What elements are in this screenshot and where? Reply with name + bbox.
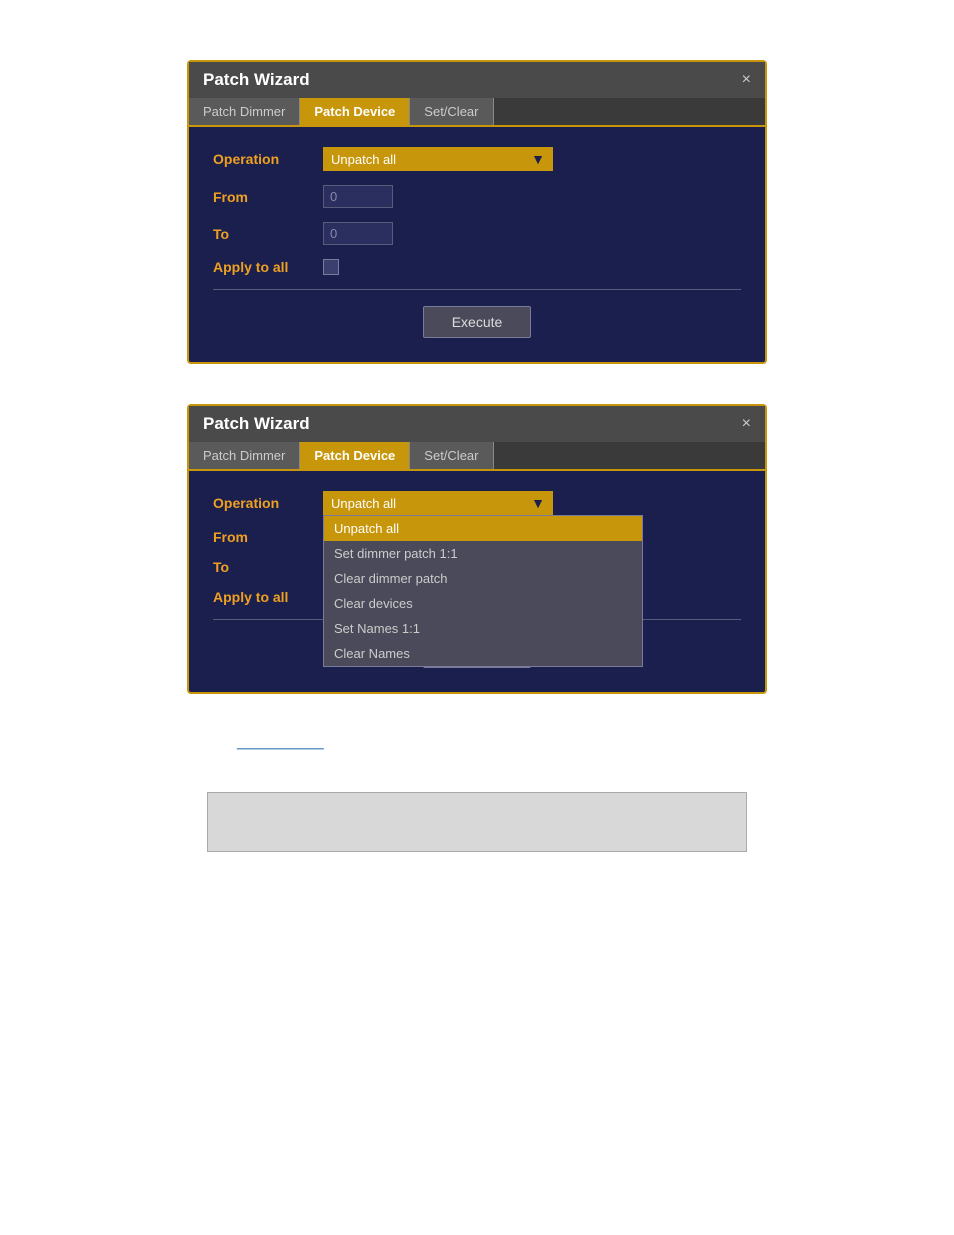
operation-value-1: Unpatch all (331, 152, 396, 167)
dialog-1-title: Patch Wizard (203, 70, 310, 90)
apply-to-all-label-1: Apply to all (213, 259, 323, 275)
dialog-2-titlebar: Patch Wizard × (189, 406, 765, 442)
note-box (207, 792, 747, 852)
dropdown-option-clear-names[interactable]: Clear Names (324, 641, 642, 666)
dropdown-option-clear-devices[interactable]: Clear devices (324, 591, 642, 616)
tab-patch-dimmer-1[interactable]: Patch Dimmer (189, 98, 300, 125)
execute-button-1[interactable]: Execute (423, 306, 532, 338)
dialog-2-body: Operation Unpatch all ▼ Unpatch all Set … (189, 471, 765, 692)
from-row-1: From (213, 185, 741, 208)
operation-select-1[interactable]: Unpatch all ▼ (323, 147, 553, 171)
operation-label-2: Operation (213, 495, 323, 511)
divider-1 (213, 289, 741, 290)
to-label-1: To (213, 226, 323, 242)
to-input-1[interactable] (323, 222, 393, 245)
operation-value-2: Unpatch all (331, 496, 396, 511)
operation-dropdown-open-2: Unpatch all Set dimmer patch 1:1 Clear d… (323, 515, 643, 667)
tab-set-clear-1[interactable]: Set/Clear (410, 98, 493, 125)
tab-set-clear-2[interactable]: Set/Clear (410, 442, 493, 469)
operation-label-1: Operation (213, 151, 323, 167)
dialog-1-body: Operation Unpatch all ▼ From To Apply to… (189, 127, 765, 362)
apply-to-all-label-2: Apply to all (213, 589, 323, 605)
tab-patch-dimmer-2[interactable]: Patch Dimmer (189, 442, 300, 469)
to-label-2: To (213, 559, 323, 575)
dialog-2-tab-bar: Patch Dimmer Patch Device Set/Clear (189, 442, 765, 471)
dialog-1-titlebar: Patch Wizard × (189, 62, 765, 98)
from-label-2: From (213, 529, 323, 545)
tab-patch-device-2[interactable]: Patch Device (300, 442, 410, 469)
dropdown-option-clear-dimmer-patch[interactable]: Clear dimmer patch (324, 566, 642, 591)
link-area: ____________ (187, 734, 767, 752)
dialog-2-title: Patch Wizard (203, 414, 310, 434)
dropdown-option-set-names[interactable]: Set Names 1:1 (324, 616, 642, 641)
operation-select-2[interactable]: Unpatch all ▼ (323, 491, 553, 515)
to-row-1: To (213, 222, 741, 245)
operation-row-2: Operation Unpatch all ▼ Unpatch all Set … (213, 491, 741, 515)
apply-to-all-row-1: Apply to all (213, 259, 741, 275)
operation-row-1: Operation Unpatch all ▼ (213, 147, 741, 171)
patch-wizard-dialog-1: Patch Wizard × Patch Dimmer Patch Device… (187, 60, 767, 364)
patch-wizard-dialog-2: Patch Wizard × Patch Dimmer Patch Device… (187, 404, 767, 694)
dialog-1-close-button[interactable]: × (742, 72, 751, 88)
dialog-2-close-button[interactable]: × (742, 416, 751, 432)
dropdown-option-unpatch-all[interactable]: Unpatch all (324, 516, 642, 541)
from-input-1[interactable] (323, 185, 393, 208)
link-text[interactable]: ____________ (237, 735, 324, 750)
dialog-1-tab-bar: Patch Dimmer Patch Device Set/Clear (189, 98, 765, 127)
select-arrow-2: ▼ (531, 495, 545, 511)
dropdown-option-set-dimmer-patch[interactable]: Set dimmer patch 1:1 (324, 541, 642, 566)
tab-patch-device-1[interactable]: Patch Device (300, 98, 410, 125)
select-arrow-1: ▼ (531, 151, 545, 167)
operation-dropdown-container-2: Unpatch all ▼ Unpatch all Set dimmer pat… (323, 491, 553, 515)
apply-to-all-checkbox-1[interactable] (323, 259, 339, 275)
from-label-1: From (213, 189, 323, 205)
